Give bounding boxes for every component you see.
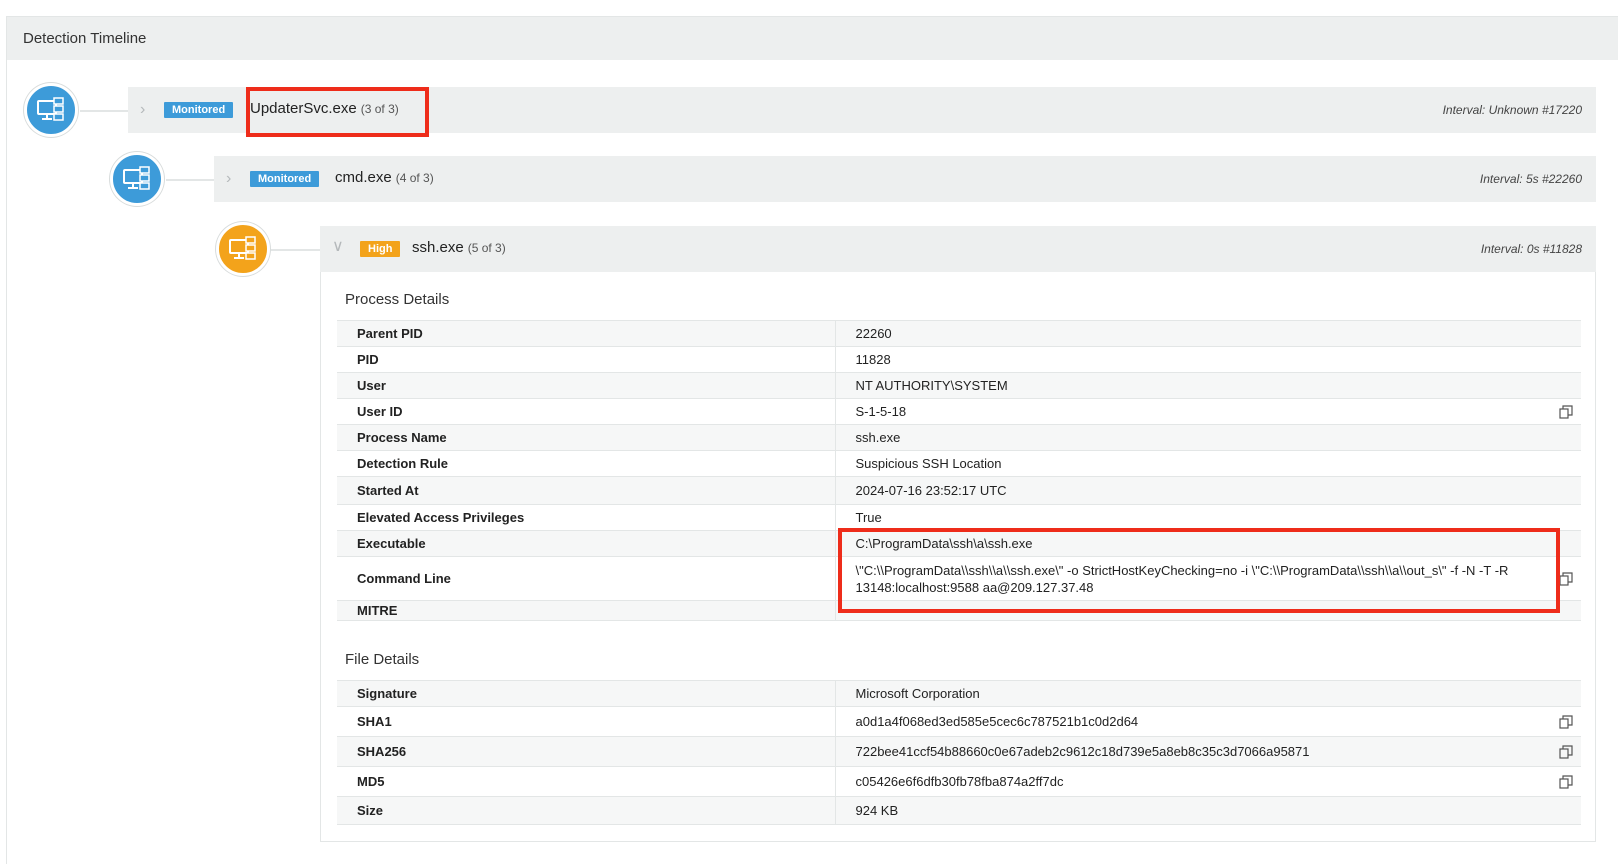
highlight-box	[838, 528, 1560, 613]
row-value: 924 KB	[835, 796, 1581, 825]
row-key: Detection Rule	[337, 450, 836, 477]
chevron-right-icon[interactable]: ›	[140, 102, 156, 118]
timeline-row-ssh[interactable]: ∨ High ssh.exe (5 of 3) Interval: 0s #118…	[320, 226, 1596, 272]
copy-icon[interactable]	[1559, 404, 1573, 419]
row-value: NT AUTHORITY\SYSTEM	[835, 372, 1581, 399]
chevron-down-icon[interactable]: ∨	[332, 239, 348, 255]
row-key: MITRE	[337, 600, 836, 621]
row-value-cell: c05426e6f6dfb30fb78fba874a2ff7dc	[835, 766, 1581, 797]
process-name-text: ssh.exe	[412, 239, 464, 256]
process-name[interactable]: ssh.exe (5 of 3)	[412, 239, 506, 256]
status-badge: Monitored	[250, 171, 320, 187]
chevron-right-icon[interactable]: ›	[226, 171, 242, 187]
table-row: Signature Microsoft Corporation	[337, 680, 1581, 707]
row-key: SHA1	[337, 706, 836, 737]
row-value-cell: S-1-5-18	[835, 398, 1581, 425]
row-value: 2024-07-16 23:52:17 UTC	[835, 476, 1581, 505]
process-details-title: Process Details	[345, 291, 450, 308]
table-row: User ID S-1-5-18	[337, 398, 1581, 425]
file-details-table: Signature Microsoft Corporation SHA1 a0d1a…	[337, 680, 1581, 825]
row-key: MD5	[337, 766, 836, 797]
row-value: Microsoft Corporation	[835, 680, 1581, 707]
row-key: Process Name	[337, 424, 836, 451]
process-count: (5 of 3)	[467, 241, 506, 255]
table-row: User NT AUTHORITY\SYSTEM	[337, 372, 1581, 399]
timeline-connector	[80, 110, 130, 112]
row-key: PID	[337, 346, 836, 373]
row-key: Command Line	[337, 556, 836, 601]
row-key: Started At	[337, 476, 836, 505]
highlight-box	[246, 87, 429, 137]
row-value: S-1-5-18	[855, 404, 907, 419]
row-value: ssh.exe	[835, 424, 1581, 451]
interval-label: Interval: Unknown #17220	[1442, 103, 1582, 117]
status-badge: High	[360, 241, 401, 257]
row-value: True	[835, 504, 1581, 531]
row-value: a0d1a4f068ed3ed585e5cec6c787521b1c0d2d64	[855, 714, 1139, 729]
row-key: Size	[337, 796, 836, 825]
timeline-connector	[270, 249, 322, 251]
monitor-network-icon	[216, 222, 270, 276]
row-value: c05426e6f6dfb30fb78fba874a2ff7dc	[855, 774, 1064, 789]
process-count: (4 of 3)	[395, 171, 434, 185]
table-row: SHA256 722bee41ccf54b88660c0e67adeb2c9612…	[337, 736, 1581, 767]
copy-icon[interactable]	[1559, 744, 1573, 759]
row-value-cell: 722bee41ccf54b88660c0e67adeb2c9612c18d73…	[835, 736, 1581, 767]
row-key: Elevated Access Privileges	[337, 504, 836, 531]
panel-header: Detection Timeline	[7, 16, 1618, 60]
table-row: PID 11828	[337, 346, 1581, 373]
copy-icon[interactable]	[1559, 774, 1573, 789]
row-value-cell: a0d1a4f068ed3ed585e5cec6c787521b1c0d2d64	[835, 706, 1581, 737]
row-key: User ID	[337, 398, 836, 425]
row-key: User	[337, 372, 836, 399]
row-key: SHA256	[337, 736, 836, 767]
table-row: SHA1 a0d1a4f068ed3ed585e5cec6c787521b1c0d…	[337, 706, 1581, 737]
row-value: Suspicious SSH Location	[835, 450, 1581, 477]
interval-label: Interval: 0s #11828	[1480, 242, 1582, 256]
monitor-network-icon	[110, 152, 164, 206]
row-value: 11828	[835, 346, 1581, 373]
panel-title: Detection Timeline	[23, 30, 147, 47]
file-details-title: File Details	[345, 651, 420, 668]
table-row: Detection Rule Suspicious SSH Location	[337, 450, 1581, 477]
process-name-text: cmd.exe	[335, 169, 392, 186]
table-row: Started At 2024-07-16 23:52:17 UTC	[337, 476, 1581, 505]
table-row: Elevated Access Privileges True	[337, 504, 1581, 531]
timeline-row-cmd[interactable]: › Monitored cmd.exe (4 of 3) Interval: 5s…	[214, 156, 1596, 202]
copy-icon[interactable]	[1559, 571, 1573, 586]
copy-icon[interactable]	[1559, 714, 1573, 729]
table-row: MD5 c05426e6f6dfb30fb78fba874a2ff7dc	[337, 766, 1581, 797]
row-value: 722bee41ccf54b88660c0e67adeb2c9612c18d73…	[855, 744, 1310, 759]
row-key: Executable	[337, 530, 836, 557]
row-key: Signature	[337, 680, 836, 707]
monitor-network-icon	[24, 83, 78, 137]
timeline-connector	[166, 179, 216, 181]
row-value: 22260	[835, 320, 1581, 347]
status-badge: Monitored	[164, 102, 234, 118]
row-key: Parent PID	[337, 320, 836, 347]
table-row: Parent PID 22260	[337, 320, 1581, 347]
interval-label: Interval: 5s #22260	[1479, 172, 1582, 186]
table-row: Process Name ssh.exe	[337, 424, 1581, 451]
process-name[interactable]: cmd.exe (4 of 3)	[335, 169, 434, 186]
table-row: Size 924 KB	[337, 796, 1581, 825]
